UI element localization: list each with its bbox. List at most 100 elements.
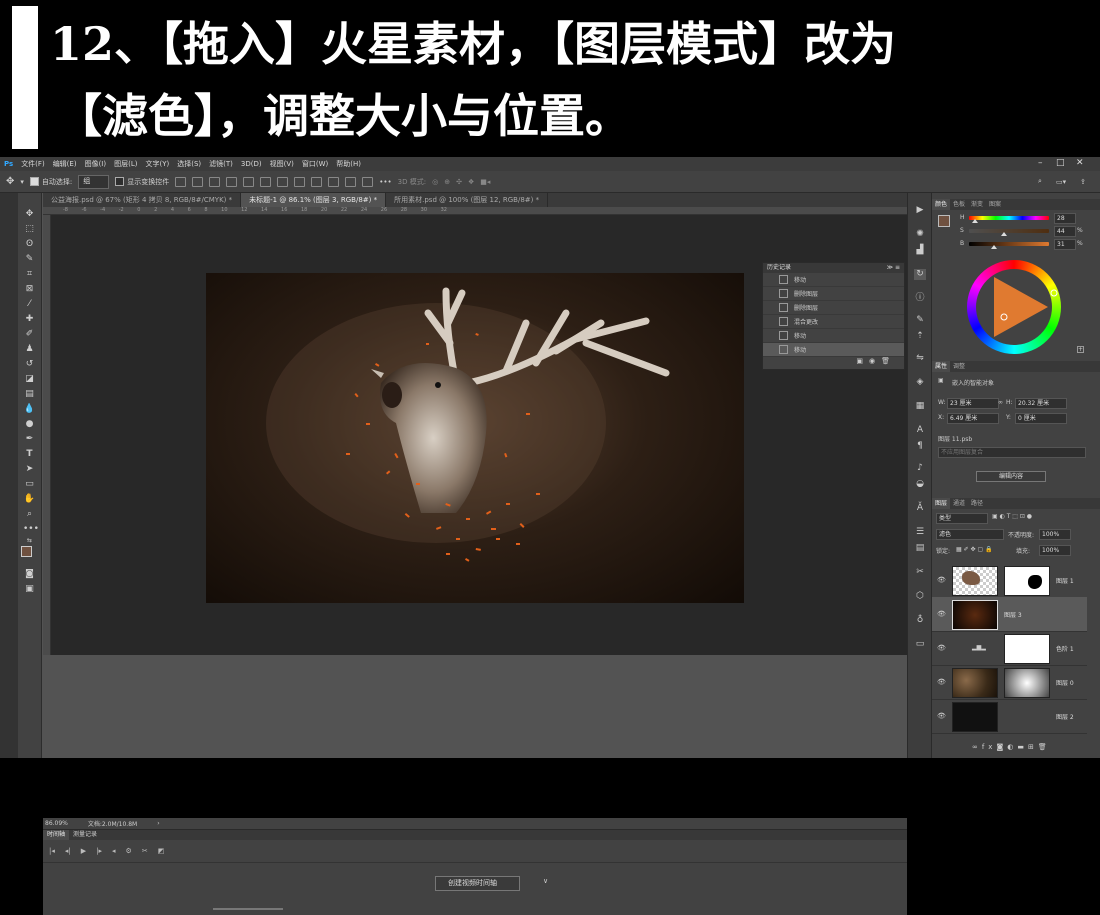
- quick-select-tool-icon[interactable]: ✎: [23, 254, 36, 265]
- notes-icon[interactable]: ▤: [914, 543, 926, 554]
- tab-color[interactable]: 颜色: [932, 199, 951, 210]
- eraser-tool-icon[interactable]: ◪: [23, 374, 36, 385]
- 3d-orbit-icon[interactable]: ◎: [432, 178, 438, 186]
- lasso-tool-icon[interactable]: ʘ: [23, 239, 36, 250]
- tab-gradients[interactable]: 渐变: [968, 199, 986, 210]
- filter-pixel-icon[interactable]: ▣ ◐ T ⬚ ⊡ ●: [992, 513, 1032, 520]
- layer-name[interactable]: 图层 0: [1056, 678, 1074, 687]
- foreground-color-swatch[interactable]: [21, 546, 32, 557]
- history-brush-tool-icon[interactable]: ↺: [23, 359, 36, 370]
- close-icon[interactable]: ✕: [1076, 158, 1084, 168]
- move-tool-icon[interactable]: ✥: [23, 209, 36, 220]
- align-top-icon[interactable]: [175, 176, 187, 187]
- search-icon[interactable]: ⌕: [1038, 177, 1042, 186]
- menu-layer[interactable]: 图层(L): [110, 159, 141, 169]
- menu-filter[interactable]: 滤镜(T): [205, 159, 237, 169]
- libraries-icon[interactable]: ▦: [914, 401, 926, 412]
- share-icon[interactable]: ⇪: [1080, 178, 1086, 186]
- align-left-icon[interactable]: [226, 176, 238, 187]
- menu-file[interactable]: 文件(F): [17, 159, 49, 169]
- snapshot-camera-icon[interactable]: ◉: [869, 357, 881, 365]
- link-layers-icon[interactable]: ∞: [972, 743, 982, 751]
- settings-gear-icon[interactable]: ⚙: [126, 847, 132, 855]
- fg-color-preview[interactable]: [938, 215, 950, 227]
- minimize-icon[interactable]: –: [1038, 158, 1043, 168]
- tab-document-3[interactable]: 所用素材.psd @ 100% (图层 12, RGB/8#) *: [386, 193, 549, 207]
- auto-select-checkbox[interactable]: 自动选择:: [29, 177, 72, 187]
- paragraph-icon[interactable]: ¶: [914, 441, 926, 452]
- align-bottom-icon[interactable]: [209, 176, 221, 187]
- saturation-thumb[interactable]: [1001, 232, 1008, 236]
- prev-frame-icon[interactable]: ◂|: [65, 847, 71, 855]
- eyedropper-tool-icon[interactable]: ⁄: [23, 299, 36, 310]
- history-item[interactable]: 删除图层: [763, 287, 904, 301]
- adjust-icon[interactable]: ⇋: [914, 353, 926, 364]
- workspace-icon[interactable]: ▭▾: [1056, 178, 1066, 186]
- brush-tool-icon[interactable]: ✐: [23, 329, 36, 340]
- menu-type[interactable]: 文字(Y): [141, 159, 173, 169]
- document-canvas[interactable]: [206, 273, 744, 603]
- quick-mask-icon[interactable]: ◙: [23, 569, 36, 580]
- color-wheel[interactable]: [966, 259, 1062, 355]
- new-document-from-state-icon[interactable]: ▣: [856, 357, 869, 365]
- light-icon[interactable]: ♁: [914, 615, 926, 626]
- play-icon[interactable]: ▶: [81, 847, 86, 855]
- layer-row[interactable]: 👁 图层 3: [932, 597, 1087, 632]
- paths-icon[interactable]: ⇡: [914, 331, 926, 342]
- tab-swatches[interactable]: 色板: [950, 199, 968, 210]
- zoom-tool-icon[interactable]: ⌕: [23, 509, 36, 520]
- menu-3d[interactable]: 3D(D): [237, 160, 266, 168]
- tab-properties[interactable]: 属性: [932, 361, 951, 372]
- blend-mode-dropdown[interactable]: 滤色: [936, 529, 1004, 540]
- distribute-top-icon[interactable]: [277, 176, 289, 187]
- styles-icon[interactable]: ◒: [914, 479, 926, 490]
- clone-stamp-tool-icon[interactable]: ♟: [23, 344, 36, 355]
- 3d-pan-icon[interactable]: ✣: [456, 178, 462, 186]
- hue-thumb[interactable]: [972, 219, 979, 223]
- saturation-slider[interactable]: [969, 229, 1049, 233]
- tab-paths[interactable]: 路径: [968, 498, 986, 509]
- dodge-tool-icon[interactable]: ●: [23, 419, 36, 430]
- history-panel-icon[interactable]: ↻: [914, 269, 926, 280]
- rectangle-tool-icon[interactable]: ▭: [23, 479, 36, 490]
- blur-tool-icon[interactable]: 💧: [23, 404, 36, 415]
- 3d-camera-icon[interactable]: ■◂: [480, 178, 490, 186]
- align-vcenter-icon[interactable]: [192, 176, 204, 187]
- layer-name[interactable]: 图层 3: [1004, 610, 1022, 619]
- show-transform-checkbox[interactable]: 显示变换控件: [115, 177, 169, 187]
- status-chevron-icon[interactable]: ›: [157, 820, 159, 827]
- layer-name[interactable]: 图层 2: [1056, 712, 1074, 721]
- visibility-eye-icon[interactable]: 👁: [937, 644, 946, 652]
- delete-layer-icon[interactable]: 🗑: [1038, 743, 1051, 751]
- split-scissors-icon[interactable]: ✂: [142, 847, 148, 855]
- layer-row[interactable]: 👁 图层 0: [932, 665, 1087, 700]
- create-timeline-dropdown-icon[interactable]: ∨: [543, 877, 548, 885]
- brightness-slider[interactable]: [969, 242, 1049, 246]
- history-item[interactable]: 移动: [763, 273, 904, 287]
- transition-icon[interactable]: ◩: [158, 847, 165, 855]
- tab-measurement-log[interactable]: 测量记录: [69, 830, 101, 840]
- fill-field[interactable]: 100%: [1039, 545, 1071, 556]
- tab-document-2[interactable]: 未标题-1 @ 86.1% (图层 3, RGB/8#) *: [241, 193, 387, 207]
- layer-row[interactable]: 👁 图层 1: [932, 563, 1087, 598]
- brush-settings-icon[interactable]: ✺: [914, 229, 926, 240]
- glyphs-icon[interactable]: ♪: [914, 463, 926, 474]
- saturation-value[interactable]: 44: [1054, 226, 1076, 237]
- tools-preset-icon[interactable]: ✂: [914, 567, 926, 578]
- text-style-icon[interactable]: Ă: [914, 503, 926, 514]
- layer-row[interactable]: 👁 图层 2: [932, 699, 1087, 734]
- tab-patterns[interactable]: 图案: [986, 199, 1004, 210]
- char-style-icon[interactable]: ☰: [914, 527, 926, 538]
- visibility-eye-icon[interactable]: 👁: [937, 712, 946, 720]
- edit-contents-button[interactable]: 编辑内容: [976, 471, 1046, 482]
- frame-tool-icon[interactable]: ⊠: [23, 284, 36, 295]
- history-item[interactable]: 混合更改: [763, 315, 904, 329]
- hue-slider[interactable]: [969, 216, 1049, 220]
- menu-help[interactable]: 帮助(H): [332, 159, 365, 169]
- menu-window[interactable]: 窗口(W): [298, 159, 332, 169]
- visibility-eye-icon[interactable]: 👁: [937, 576, 946, 584]
- play-actions-icon[interactable]: ▶: [914, 205, 926, 216]
- hand-tool-icon[interactable]: ✋: [23, 494, 36, 505]
- menu-select[interactable]: 选择(S): [173, 159, 205, 169]
- zoom-level[interactable]: 86.09%: [45, 820, 68, 827]
